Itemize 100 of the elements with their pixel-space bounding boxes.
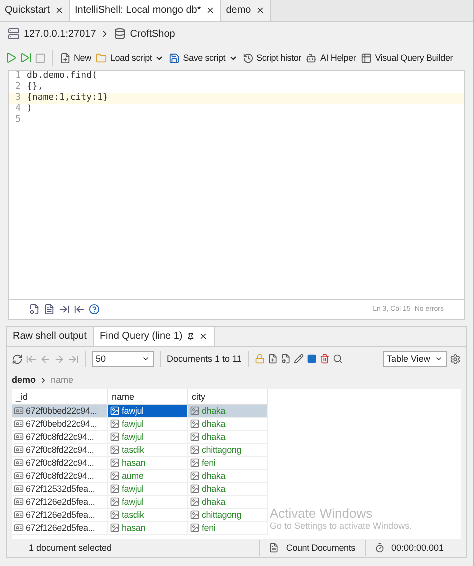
table-cell[interactable]: dhaka: [188, 496, 268, 509]
document-range: Documents 1 to 11: [167, 354, 242, 364]
table-cell[interactable]: 672f126e2d5fea...: [12, 522, 108, 535]
image-icon: [110, 471, 120, 481]
line-number: 3: [14, 93, 22, 104]
close-icon[interactable]: [256, 6, 266, 15]
toolbar-button[interactable]: Script histor: [242, 52, 302, 64]
table-cell[interactable]: 672f0c8fd22c94...: [12, 457, 108, 470]
line-number: 4: [14, 104, 22, 115]
page-size-select[interactable]: 50: [92, 351, 154, 367]
toolbar-button[interactable]: New: [59, 52, 92, 64]
robot-icon: [306, 52, 318, 64]
line-number: 2: [14, 82, 22, 93]
table-cell[interactable]: dhaka: [188, 418, 268, 431]
code-line: {name:1,city:1}: [27, 93, 108, 104]
close-icon[interactable]: [198, 332, 208, 341]
search-icon[interactable]: [332, 354, 343, 364]
image-icon: [190, 510, 200, 520]
history-icon: [242, 52, 254, 64]
database-name: CroftShop: [130, 28, 176, 40]
add-document-icon[interactable]: [268, 354, 278, 364]
image-icon: [190, 432, 200, 442]
table-cell[interactable]: hasan: [108, 522, 188, 535]
code-line: db.demo.find(: [27, 71, 98, 82]
table-cell[interactable]: fawjul: [108, 405, 188, 418]
count-documents-button[interactable]: Count Documents: [285, 542, 356, 554]
document-icon[interactable]: [269, 543, 280, 553]
view-select[interactable]: Table View: [383, 351, 447, 367]
toolbar-button[interactable]: Load script: [95, 52, 166, 64]
refresh-icon[interactable]: [12, 354, 23, 364]
close-icon[interactable]: [55, 6, 64, 15]
image-icon: [110, 484, 120, 494]
table-cell[interactable]: 672f0bebd22c94...: [12, 418, 108, 431]
help-icon[interactable]: [89, 304, 100, 315]
image-icon: [190, 471, 200, 481]
database-icon: [114, 28, 126, 40]
table-cell[interactable]: fawjul: [108, 418, 188, 431]
table-cell[interactable]: 672f0c8fd22c94...: [12, 444, 108, 457]
id-icon: [14, 458, 24, 468]
delete-icon[interactable]: [320, 354, 330, 364]
image-icon: [190, 523, 200, 533]
table-cell[interactable]: aume: [108, 470, 188, 483]
image-icon: [190, 497, 200, 507]
table-cell[interactable]: tasdik: [108, 444, 188, 457]
outdent-icon[interactable]: [74, 304, 85, 315]
id-icon: [14, 510, 24, 520]
edit-icon[interactable]: [294, 354, 304, 364]
settings-icon[interactable]: [450, 354, 461, 364]
run-icon[interactable]: [5, 52, 17, 64]
activation-text: Go to Settings to activate Windows.: [270, 521, 412, 531]
table-cell[interactable]: 672f0c8fd22c94...: [12, 431, 108, 444]
table-cell[interactable]: fawjul: [108, 483, 188, 496]
format-icon[interactable]: [29, 304, 40, 315]
toolbar-button[interactable]: AI Helper: [305, 52, 358, 64]
toolbar-button[interactable]: Visual Query Builder: [360, 52, 454, 64]
close-icon[interactable]: [206, 6, 216, 15]
table-cell[interactable]: dhaka: [188, 470, 268, 483]
table-cell[interactable]: chittagong: [188, 444, 268, 457]
id-icon: [14, 497, 24, 507]
code-editor[interactable]: 1 db.demo.find( 2 {}, 3 {name:1,city:1} 4 ) 5: [8, 70, 465, 300]
document-tab[interactable]: demo: [221, 0, 272, 21]
table-cell[interactable]: tasdik: [108, 509, 188, 522]
image-icon: [110, 432, 120, 442]
table-cell[interactable]: 672f126e2d5fea...: [12, 496, 108, 509]
id-icon: [14, 432, 24, 442]
server-icon: [8, 28, 20, 40]
collection-name: demo: [12, 375, 36, 385]
dropdown-icon[interactable]: [435, 355, 443, 363]
table-cell[interactable]: 672f126e2d5fea...: [12, 509, 108, 522]
id-icon: [14, 406, 24, 416]
document-tab[interactable]: IntelliShell: Local mongo db*: [70, 0, 222, 21]
table-cell[interactable]: 672f0c8fd22c94...: [12, 470, 108, 483]
table-cell[interactable]: 672f12532d5fea...: [12, 483, 108, 496]
id-icon: [14, 419, 24, 429]
table-cell[interactable]: fawjul: [108, 496, 188, 509]
image-icon: [110, 445, 120, 455]
table-cell[interactable]: hasan: [108, 457, 188, 470]
table-cell[interactable]: feni: [188, 457, 268, 470]
dropdown-icon[interactable]: [142, 355, 150, 363]
table-cell[interactable]: chittagong: [188, 509, 268, 522]
table-cell[interactable]: 672f0bbed22c94...: [12, 405, 108, 418]
server-address: 127.0.0.1:27017: [24, 28, 96, 40]
result-tab[interactable]: Find Query (line 1): [94, 327, 215, 346]
table-cell[interactable]: feni: [188, 522, 268, 535]
run-step-icon[interactable]: [20, 52, 32, 64]
document-icon[interactable]: [44, 304, 55, 315]
table-cell[interactable]: dhaka: [188, 431, 268, 444]
selection-count: 1 document selected: [29, 543, 112, 553]
table-cell[interactable]: fawjul: [108, 431, 188, 444]
id-icon: [14, 445, 24, 455]
field-name: name: [51, 375, 74, 385]
toolbar-button[interactable]: Save script: [168, 52, 239, 64]
pin-icon[interactable]: [186, 332, 195, 340]
image-icon: [110, 458, 120, 468]
image-icon: [190, 406, 200, 416]
code-line: {},: [27, 82, 44, 93]
file-plus-icon: [60, 52, 71, 64]
table-cell[interactable]: dhaka: [188, 483, 268, 496]
document-tab[interactable]: Quickstart: [0, 0, 70, 21]
indent-icon[interactable]: [59, 304, 70, 315]
